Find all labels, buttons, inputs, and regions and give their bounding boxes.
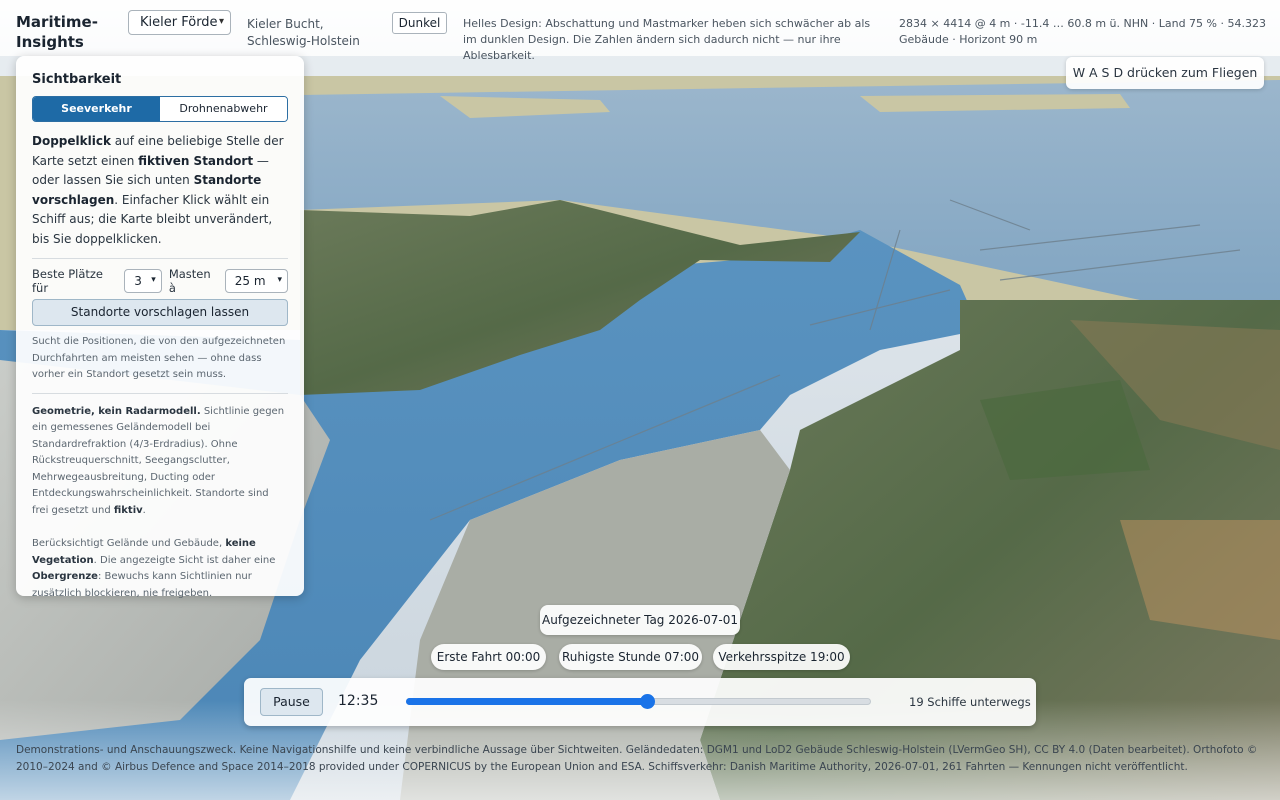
- visibility-panel: Sichtbarkeit Seeverkehr Drohnenabwehr Do…: [16, 56, 304, 599]
- intro-text: Doppelklick auf eine beliebige Stelle de…: [32, 134, 284, 246]
- divider: [32, 392, 288, 394]
- chevron-down-icon: ▾: [151, 275, 156, 285]
- best-places-label: Beste Plätze für: [32, 267, 103, 295]
- chevron-down-icon: ▾: [218, 16, 224, 27]
- ships-underway-count: 19 Schiffe unterwegs: [909, 695, 1031, 709]
- suggest-config: Beste Plätze für 3 ▾ Masten à 25 m ▾: [32, 267, 289, 295]
- time-slider-fill: [406, 698, 648, 705]
- vegetation-disclaimer: Berücksichtigt Gelände und Gebäude, kein…: [32, 538, 276, 599]
- jump-traffic-peak-button[interactable]: Verkehrsspitze 19:00: [713, 644, 850, 670]
- mast-height-select[interactable]: 25 m ▾: [224, 269, 289, 293]
- tab-seeverkehr[interactable]: Seeverkehr: [33, 97, 160, 121]
- suggest-help: Sucht die Positionen, die von den aufgez…: [32, 336, 286, 380]
- playback-time: 12:35: [338, 693, 379, 709]
- time-slider-handle[interactable]: [640, 694, 655, 709]
- theme-note: Helles Design: Abschattung und Mastmarke…: [463, 17, 871, 62]
- pause-button[interactable]: Pause: [260, 688, 323, 716]
- playback-bar: Pause 12:35 19 Schiffe unterwegs: [244, 678, 1036, 726]
- top-bar: Maritime-Insights Kieler Förde ▾ Kieler …: [0, 0, 1280, 62]
- app-title: Maritime-Insights: [16, 13, 98, 51]
- jump-quietest-hour-button[interactable]: Ruhigste Stunde 07:00: [559, 644, 702, 670]
- mast-height-label: Masten à: [168, 267, 211, 295]
- divider: [32, 258, 288, 259]
- suggest-sites-button[interactable]: Standorte vorschlagen lassen: [32, 299, 288, 326]
- chevron-down-icon: ▾: [277, 275, 283, 285]
- tab-drohnenabwehr[interactable]: Drohnenabwehr: [160, 97, 287, 121]
- wasd-fly-hint: W A S D drücken zum Fliegen: [1066, 57, 1264, 89]
- region-select-value: Kieler Förde: [140, 15, 218, 30]
- mode-tabs: Seeverkehr Drohnenabwehr: [32, 96, 288, 122]
- best-count-select[interactable]: 3 ▾: [124, 269, 162, 293]
- panel-title: Sichtbarkeit: [32, 72, 122, 87]
- geometry-disclaimer: Geometrie, kein Radarmodell. Sichtlinie …: [32, 405, 285, 516]
- region-select[interactable]: Kieler Förde ▾: [128, 10, 231, 35]
- region-description: Kieler Bucht, Schleswig-Holstein: [247, 17, 360, 48]
- model-stats: 2834 × 4414 @ 4 m · -11.4 … 60.8 m ü. NH…: [899, 17, 1266, 46]
- jump-first-trip-button[interactable]: Erste Fahrt 00:00: [431, 644, 546, 670]
- dark-theme-button[interactable]: Dunkel: [392, 12, 447, 34]
- recorded-day-label: Aufgezeichneter Tag 2026-07-01: [540, 605, 740, 635]
- attribution-footer: Demonstrations- und Anschauungszweck. Ke…: [16, 744, 1258, 773]
